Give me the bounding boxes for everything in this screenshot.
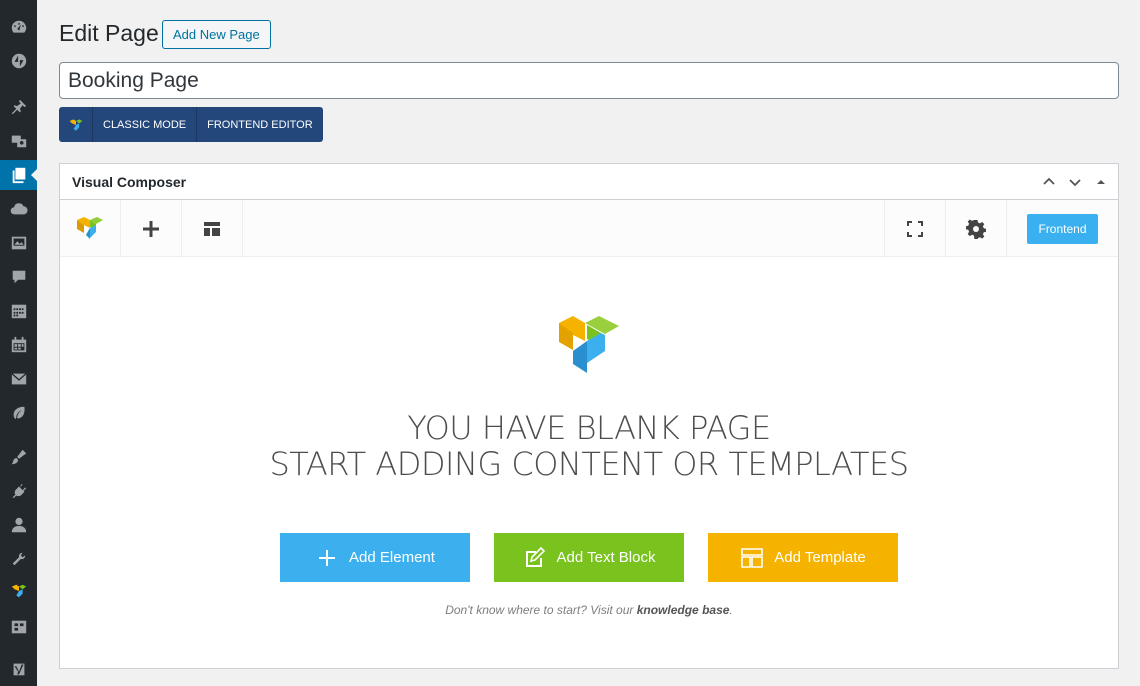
add-new-page-button[interactable]: Add New Page [162,20,271,49]
leaf-icon[interactable] [0,398,37,428]
fullscreen-icon[interactable] [884,200,945,257]
mail-icon[interactable] [0,364,37,394]
add-element-plus-icon[interactable] [121,200,182,257]
media-icon[interactable] [0,126,37,156]
frontend-editor-button[interactable]: FRONTEND EDITOR [197,107,323,142]
add-text-block-button[interactable]: Add Text Block [494,533,684,582]
frontend-button-wrap: Frontend [1006,200,1118,257]
users-icon[interactable] [0,510,37,540]
admin-sidebar [0,0,37,686]
frontend-button[interactable]: Frontend [1027,213,1098,244]
posts-pin-icon[interactable] [0,92,37,122]
plus-icon [319,549,336,566]
knowledge-base-hint: Don't know where to start? Visit our kno… [60,603,1118,617]
portfolio-icon[interactable] [0,228,37,258]
editor-mode-switch: CLASSIC MODE FRONTEND EDITOR [59,107,323,142]
page-title: Edit Page [59,20,159,46]
hint-prefix: Don't know where to start? Visit our [445,603,637,617]
visual-composer-panel: Visual Composer Frontend YOU HAVE BLANK … [59,163,1119,669]
settings-icon[interactable] [0,612,37,642]
composer-toolbar: Frontend [60,200,1118,257]
vc-logo-icon [59,107,93,142]
pages-icon[interactable] [0,160,37,190]
move-down-icon[interactable] [1066,173,1084,191]
add-template-label: Add Template [774,549,866,566]
add-text-block-label: Add Text Block [556,549,656,566]
classic-mode-button[interactable]: CLASSIC MODE [93,107,198,142]
calendar-icon[interactable] [0,330,37,360]
edit-text-icon [525,546,545,567]
tools-wrench-icon[interactable] [0,544,37,574]
collapse-toggle-icon[interactable] [1092,173,1110,191]
jetpack-icon[interactable] [0,46,37,76]
add-element-button[interactable]: Add Element [280,533,470,582]
hint-suffix: . [729,603,733,617]
panel-title: Visual Composer [72,173,187,190]
plugins-icon[interactable] [0,476,37,506]
vc-empty-logo [557,311,621,382]
yoast-icon[interactable] [0,654,37,684]
settings-gear-icon[interactable] [945,200,1006,257]
template-layout-icon [741,547,764,568]
visual-composer-icon[interactable] [0,576,37,606]
appearance-brush-icon[interactable] [0,442,37,472]
comments-icon[interactable] [0,262,37,292]
headline-line-1: YOU HAVE BLANK PAGE [407,409,771,447]
templates-layout-icon[interactable] [182,200,243,257]
post-title-input[interactable] [59,62,1119,99]
add-template-button[interactable]: Add Template [708,533,898,582]
cloud-icon[interactable] [0,194,37,224]
panel-header: Visual Composer [60,164,1118,200]
calendar-grid-icon[interactable] [0,296,37,326]
headline-line-2: START ADDING CONTENT OR TEMPLATES [269,445,909,483]
dashboard-icon[interactable] [0,12,37,42]
vc-logo-button[interactable] [60,200,121,257]
add-element-label: Add Element [349,549,435,566]
knowledge-base-link[interactable]: knowledge base [637,603,730,617]
move-up-icon[interactable] [1040,173,1058,191]
